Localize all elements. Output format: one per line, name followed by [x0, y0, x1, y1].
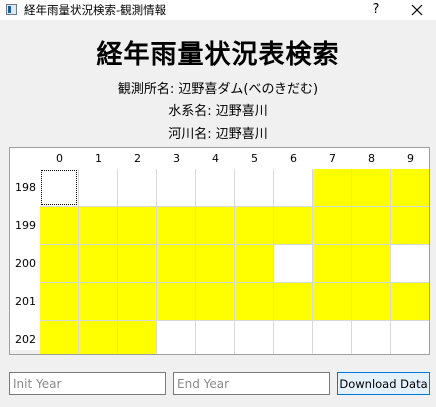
column-header: 6 [290, 152, 297, 165]
grid-cell-with-data[interactable] [118, 321, 157, 354]
grid-cell-empty[interactable] [157, 321, 196, 354]
grid-cell-with-data[interactable] [118, 283, 157, 321]
grid-cell-empty[interactable] [40, 169, 79, 207]
column-header: 4 [212, 152, 219, 165]
grid-cell-with-data[interactable] [118, 207, 157, 245]
end-year-input[interactable] [173, 372, 330, 395]
grid-cell-empty[interactable] [196, 321, 235, 354]
grid-cell-empty[interactable] [352, 321, 391, 354]
grid-cell-with-data[interactable] [235, 207, 274, 245]
grid-cell-with-data[interactable] [157, 207, 196, 245]
grid-cell-with-data[interactable] [235, 283, 274, 321]
help-button[interactable]: ? [366, 0, 386, 20]
rainfall-status-grid[interactable]: 0 1 2 3 4 5 6 7 8 9 198 199 200 201 202 [9, 147, 430, 355]
grid-cell-with-data[interactable] [79, 321, 118, 354]
column-header: 2 [134, 152, 141, 165]
grid-cell-empty[interactable] [391, 245, 429, 283]
column-header: 0 [56, 152, 63, 165]
grid-cell-empty[interactable] [235, 169, 274, 207]
column-header: 9 [407, 152, 414, 165]
grid-cell-with-data[interactable] [274, 207, 313, 245]
grid-cell-empty[interactable] [274, 245, 313, 283]
close-icon [411, 4, 423, 16]
grid-cell-with-data[interactable] [313, 245, 352, 283]
download-data-button[interactable]: Download Data [337, 372, 430, 395]
row-header: 199 [15, 219, 36, 232]
grid-cell-with-data[interactable] [196, 207, 235, 245]
grid-cell-with-data[interactable] [40, 245, 79, 283]
grid-cell-empty[interactable] [313, 321, 352, 354]
grid-cell-with-data[interactable] [79, 245, 118, 283]
column-header: 5 [251, 152, 258, 165]
row-header: 200 [15, 257, 36, 270]
page-title: 経年雨量状況表検索 [96, 40, 340, 70]
station-name: 観測所名: 辺野喜ダム(べのきだむ) [117, 82, 319, 97]
grid-cell-with-data[interactable] [352, 207, 391, 245]
grid-cell-with-data[interactable] [157, 283, 196, 321]
grid-cell-with-data[interactable] [157, 245, 196, 283]
grid-cell-empty[interactable] [274, 321, 313, 354]
grid-cell-with-data[interactable] [313, 169, 352, 207]
grid-cell-with-data[interactable] [40, 321, 79, 354]
row-header: 201 [15, 295, 36, 308]
grid-corner [10, 148, 40, 169]
grid-cell-with-data[interactable] [40, 207, 79, 245]
grid-cell-empty[interactable] [157, 169, 196, 207]
grid-cell-with-data[interactable] [196, 245, 235, 283]
column-header: 8 [368, 152, 375, 165]
grid-cell-with-data[interactable] [79, 283, 118, 321]
column-header: 1 [95, 152, 102, 165]
grid-cell-with-data[interactable] [313, 283, 352, 321]
grid-cell-with-data[interactable] [235, 245, 274, 283]
grid-cell-with-data[interactable] [391, 169, 429, 207]
grid-cell-empty[interactable] [79, 169, 118, 207]
river-name: 河川名: 辺野喜川 [168, 127, 268, 142]
window-title: 経年雨量状況検索-観測情報 [24, 3, 167, 17]
row-header: 202 [15, 333, 36, 346]
grid-cell-with-data[interactable] [274, 283, 313, 321]
grid-cell-with-data[interactable] [196, 283, 235, 321]
grid-cell-empty[interactable] [196, 169, 235, 207]
grid-cell-empty[interactable] [274, 169, 313, 207]
water-system-name: 水系名: 辺野喜川 [168, 104, 268, 119]
grid-cell-with-data[interactable] [391, 207, 429, 245]
grid-cell-with-data[interactable] [313, 207, 352, 245]
grid-cell-with-data[interactable] [352, 169, 391, 207]
grid-cell-empty[interactable] [391, 321, 429, 354]
grid-cell-empty[interactable] [118, 169, 157, 207]
grid-cell-empty[interactable] [235, 321, 274, 354]
init-year-input[interactable] [9, 372, 166, 395]
title-bar: 経年雨量状況検索-観測情報 ? [0, 0, 436, 20]
app-icon [6, 4, 17, 15]
grid-cell-with-data[interactable] [118, 245, 157, 283]
row-header: 198 [15, 181, 36, 194]
grid-cell-with-data[interactable] [79, 207, 118, 245]
grid-cell-with-data[interactable] [352, 245, 391, 283]
grid-cell-with-data[interactable] [40, 283, 79, 321]
column-header: 7 [329, 152, 336, 165]
close-button[interactable] [404, 0, 430, 20]
column-header: 3 [173, 152, 180, 165]
grid-cell-with-data[interactable] [352, 283, 391, 321]
grid-cell-with-data[interactable] [391, 283, 429, 321]
